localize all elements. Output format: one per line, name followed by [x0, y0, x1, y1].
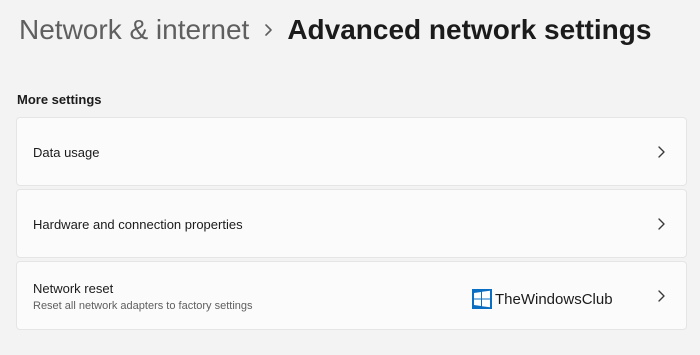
section-header-more-settings: More settings — [17, 92, 102, 107]
settings-item-hardware-connection-properties[interactable]: Hardware and connection properties — [16, 189, 687, 258]
watermark: TheWindowsClub — [472, 289, 613, 309]
settings-item-title: Hardware and connection properties — [33, 217, 243, 232]
watermark-text: TheWindowsClub — [495, 290, 613, 308]
settings-item-title: Network reset — [33, 281, 114, 296]
breadcrumb: Network & internet Advanced network sett… — [19, 8, 651, 52]
settings-item-subtitle: Reset all network adapters to factory se… — [33, 300, 253, 312]
page-title: Advanced network settings — [287, 14, 652, 45]
breadcrumb-chevron-icon — [249, 8, 287, 52]
chevron-right-icon — [656, 145, 666, 159]
chevron-right-icon — [656, 217, 666, 231]
settings-item-title: Data usage — [33, 145, 100, 160]
chevron-right-icon — [656, 289, 666, 303]
windows-logo-icon — [472, 289, 492, 309]
settings-item-data-usage[interactable]: Data usage — [16, 117, 687, 186]
breadcrumb-parent-network-internet[interactable]: Network & internet — [19, 14, 249, 46]
settings-item-network-reset[interactable]: Network reset Reset all network adapters… — [16, 261, 687, 330]
